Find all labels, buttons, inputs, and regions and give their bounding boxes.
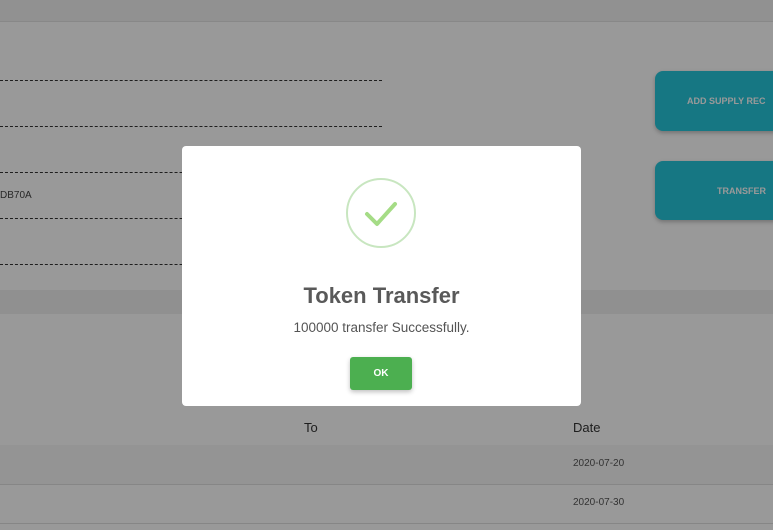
ok-button[interactable]: OK bbox=[350, 357, 412, 390]
success-icon-circle bbox=[346, 178, 416, 248]
dialog-title: Token Transfer bbox=[303, 283, 460, 308]
dialog-message: 100000 transfer Successfully. bbox=[293, 320, 470, 335]
success-dialog: Token Transfer 100000 transfer Successfu… bbox=[182, 146, 581, 406]
check-icon bbox=[365, 202, 397, 226]
